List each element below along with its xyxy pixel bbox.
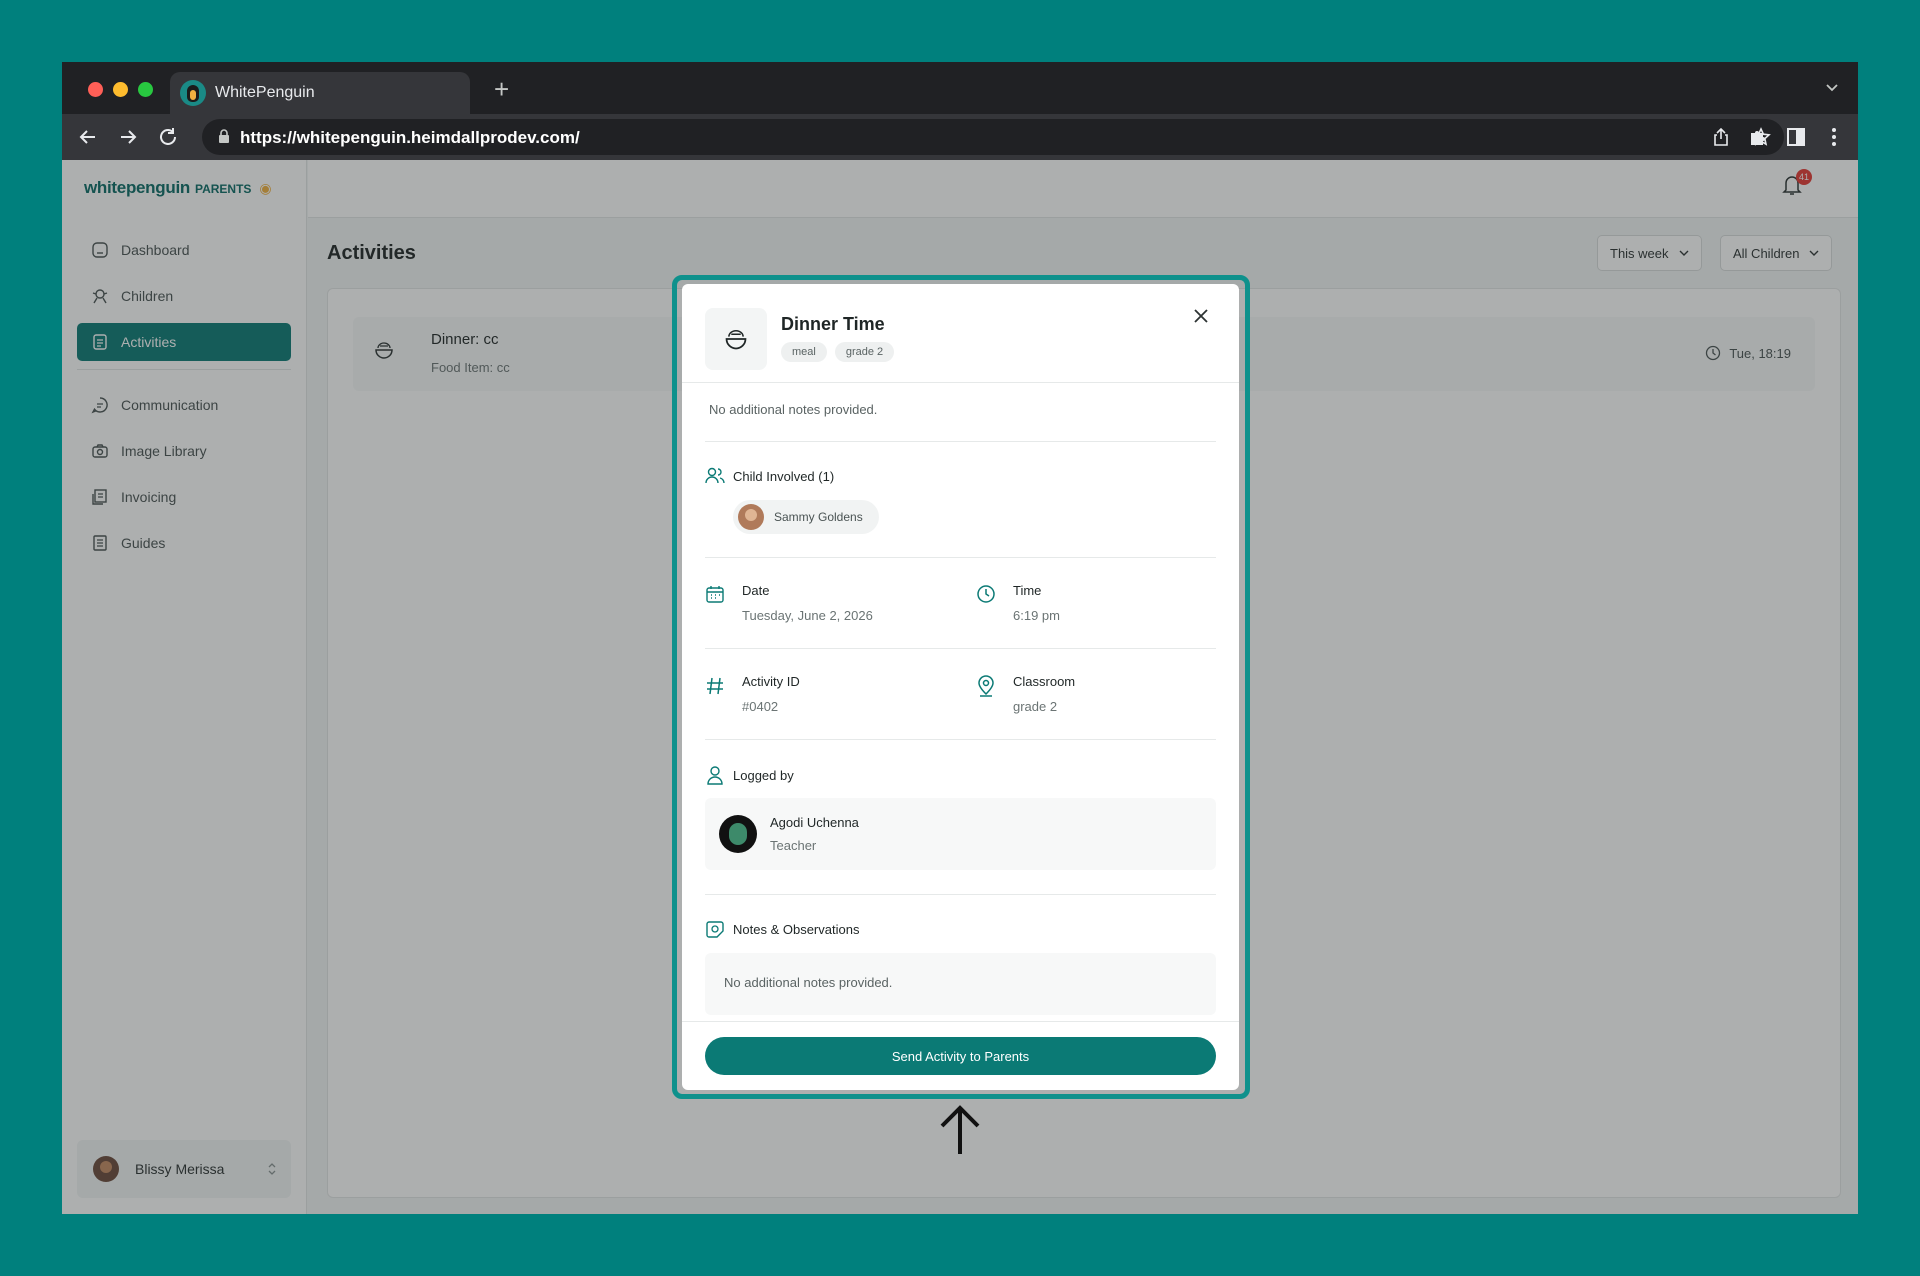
child-involved-heading: Child Involved (1) (705, 467, 834, 485)
browser-toolbar: https://whitepenguin.heimdallprodev.com/ (62, 114, 1858, 160)
notes-heading: Notes & Observations (705, 919, 859, 939)
close-icon[interactable] (1193, 308, 1209, 324)
notes-icon (706, 921, 724, 938)
time-value: 6:19 pm (1013, 608, 1060, 623)
activity-note: No additional notes provided. (709, 402, 878, 417)
more-menu-icon[interactable] (1822, 125, 1846, 149)
date-label: Date (742, 583, 770, 598)
divider (705, 894, 1216, 895)
maximize-window-button[interactable] (138, 82, 153, 97)
forward-arrow-icon[interactable] (116, 125, 140, 149)
location-pin-icon (978, 675, 994, 697)
section-label: Notes & Observations (733, 921, 860, 937)
modal-header: Dinner Time meal grade 2 (682, 284, 1239, 383)
section-label: Child Involved (1) (733, 468, 835, 484)
back-arrow-icon[interactable] (76, 125, 100, 149)
clock-icon (977, 585, 995, 603)
avatar (738, 504, 764, 530)
extensions-puzzle-icon[interactable] (1746, 125, 1770, 149)
tag-chip: grade 2 (834, 342, 895, 362)
lock-icon (219, 129, 229, 143)
time-label: Time (1013, 583, 1042, 598)
browser-tab[interactable]: WhitePenguin (170, 72, 470, 114)
modal-footer: Send Activity to Parents (682, 1021, 1239, 1090)
send-activity-button[interactable]: Send Activity to Parents (705, 1037, 1216, 1075)
penguin-favicon-icon (180, 80, 206, 106)
notes-content: No additional notes provided. (705, 953, 1216, 1015)
modal-title: Dinner Time (781, 314, 885, 334)
logger-role: Teacher (770, 838, 817, 853)
close-window-button[interactable] (88, 82, 103, 97)
meal-bowl-icon (705, 308, 767, 370)
date-value: Tuesday, June 2, 2026 (742, 608, 873, 623)
divider (705, 648, 1216, 649)
address-bar[interactable]: https://whitepenguin.heimdallprodev.com/ (202, 119, 1784, 155)
logger-card: Agodi Uchenna Teacher (705, 798, 1216, 870)
reload-icon[interactable] (156, 125, 180, 149)
side-panel-icon[interactable] (1784, 125, 1808, 149)
browser-tab-bar: WhitePenguin + (62, 62, 1858, 114)
hash-icon (707, 677, 723, 695)
users-icon (705, 467, 725, 484)
calendar-icon (706, 586, 724, 603)
activity-detail-modal: Dinner Time meal grade 2 No additional n… (682, 284, 1239, 1090)
chevron-down-icon[interactable] (1826, 82, 1838, 94)
child-chip[interactable]: Sammy Goldens (733, 500, 879, 534)
tag-chip: meal (781, 342, 827, 362)
activity-id-value: #0402 (742, 699, 779, 714)
divider (705, 739, 1216, 740)
minimize-window-button[interactable] (113, 82, 128, 97)
divider (705, 441, 1216, 442)
avatar (719, 815, 757, 853)
activity-id-label: Activity ID (742, 674, 800, 689)
classroom-label: Classroom (1013, 674, 1076, 689)
tag-list: meal grade 2 (781, 342, 902, 362)
divider (705, 557, 1216, 558)
user-icon (707, 766, 723, 785)
logger-name: Agodi Uchenna (770, 815, 859, 830)
child-name: Sammy Goldens (774, 510, 863, 524)
section-label: Logged by (733, 767, 794, 783)
url-text: https://whitepenguin.heimdallprodev.com/ (240, 128, 580, 147)
new-tab-button[interactable]: + (494, 74, 509, 104)
arrow-up-icon (940, 1105, 980, 1154)
classroom-value: grade 2 (1013, 699, 1058, 714)
share-icon[interactable] (1710, 126, 1732, 148)
tab-title: WhitePenguin (215, 84, 315, 101)
logged-by-heading: Logged by (705, 765, 794, 785)
